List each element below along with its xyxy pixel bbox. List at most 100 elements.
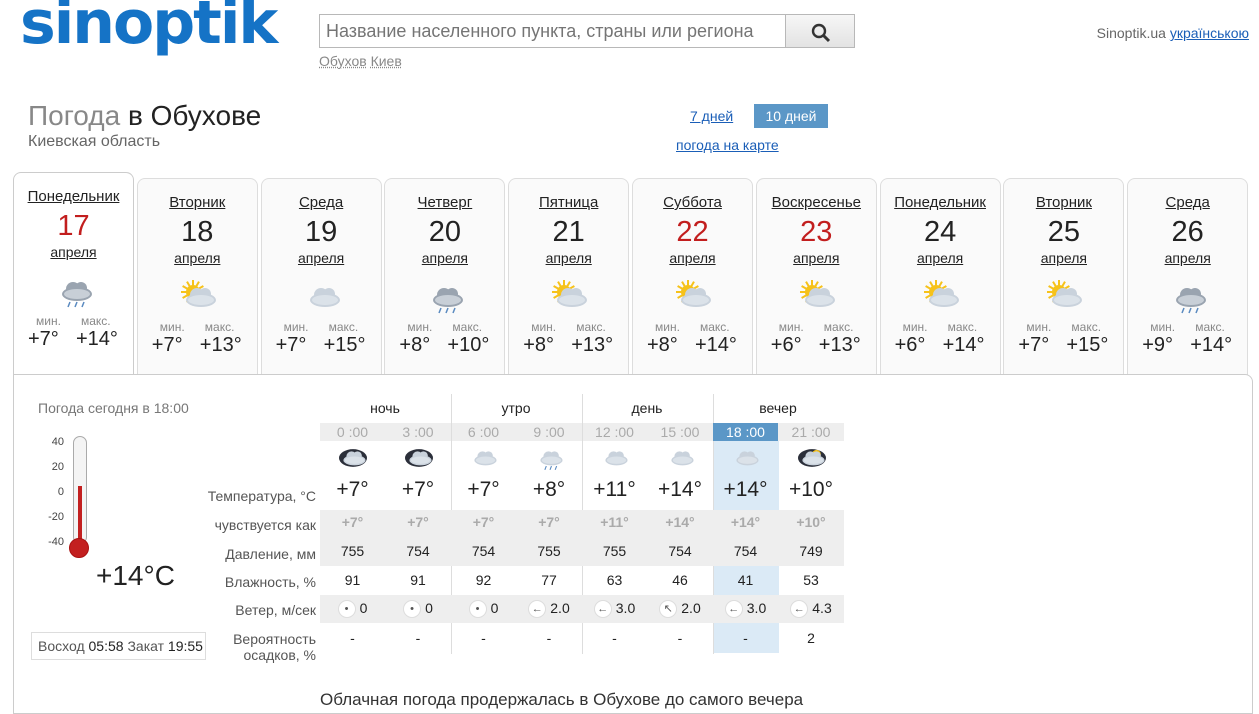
day-tab-8[interactable]: Вторник 25 апреля мин. макс. +7° +15° (1003, 178, 1125, 376)
scale-tick: 0 (57, 486, 64, 498)
max-label: макс. (700, 320, 730, 334)
scale-tick: -40 (48, 536, 64, 548)
search-button[interactable] (785, 14, 855, 48)
day-tab-1[interactable]: Вторник 18 апреля мин. макс. +7° +13° (136, 178, 258, 376)
temp-cell: +11° (593, 478, 636, 501)
tab-10-days[interactable]: 10 дней (754, 104, 828, 128)
hour-0: 0 :00 (336, 424, 369, 440)
row-label-humidity: Влажность, % (224, 574, 316, 590)
humidity-cell: 91 (410, 572, 426, 588)
wind-direction-icon: ← (528, 600, 547, 619)
precip-cell: - (612, 630, 617, 646)
max-label: макс. (452, 320, 483, 334)
day-date: 23 (800, 216, 833, 248)
period-3: вечер (759, 400, 797, 416)
cloud-icon (729, 444, 763, 477)
min-temp: +7° (151, 334, 183, 356)
day-name: Вторник (169, 194, 226, 211)
thermometer-fill (78, 485, 82, 543)
search-input[interactable] (319, 14, 786, 48)
scale-tick: 20 (51, 461, 64, 473)
min-label: мин. (283, 320, 309, 334)
max-temp: +13° (571, 334, 614, 356)
wind-direction-icon: ↖ (659, 600, 678, 619)
day-date: 20 (428, 216, 462, 248)
lang-link-uk[interactable]: українською (1170, 25, 1249, 41)
day-date: 26 (1171, 216, 1204, 248)
max-label: макс. (576, 320, 606, 334)
cloud-icon (467, 444, 501, 477)
hour-2: 6 :00 (467, 424, 500, 440)
day-tab-6[interactable]: Воскресенье 23 апреля мин. макс. +6° +13° (755, 178, 877, 376)
current-temperature: +14°C (96, 560, 175, 591)
row-label-wind: Ветер, м/сек (235, 602, 316, 618)
max-label: макс. (81, 314, 111, 328)
hour-7: 21 :00 (791, 424, 831, 440)
day-name: Вторник (1035, 194, 1092, 211)
cloud-rain-icon (53, 272, 97, 310)
min-temp: +6° (894, 334, 926, 356)
tab-7-days[interactable]: 7 дней (690, 108, 733, 124)
feels-cell: +14° (730, 514, 761, 530)
min-label: мин. (531, 320, 557, 334)
sunset-time: 19:55 (167, 638, 203, 654)
pressure-cell: 754 (406, 543, 430, 559)
day-tab-4[interactable]: Пятница 21 апреля мин. макс. +8° +13° (508, 178, 630, 376)
hour-6: 18 :00 (713, 423, 778, 441)
sun-cloud-icon (672, 278, 716, 316)
min-label: мин. (655, 320, 680, 334)
day-tab-2[interactable]: Среда 19 апреля мин. макс. +7° +15° (260, 178, 382, 376)
title-prefix: Погода (28, 100, 121, 131)
precip-cell: - (350, 630, 355, 646)
feels-cell: +7° (407, 514, 429, 530)
day-month: апреля (421, 250, 468, 266)
search-icon (811, 23, 831, 43)
max-temp: +10° (447, 334, 490, 356)
pressure-cell: 754 (733, 543, 758, 559)
row-label-precip: Вероятность осадков, % (233, 631, 316, 663)
map-link[interactable]: погода на карте (676, 137, 779, 153)
day-month: апреля (1164, 250, 1211, 266)
pressure-cell: 755 (537, 543, 561, 559)
hour-5: 15 :00 (660, 424, 700, 440)
precip-cell: - (743, 630, 748, 646)
sunset-label: Закат (127, 638, 165, 654)
max-temp: +15° (1066, 334, 1109, 356)
wind-direction-icon: ← (790, 600, 809, 619)
weather-description: Облачная погода продержалась в Обухове д… (320, 690, 804, 709)
min-temp: +7° (28, 328, 59, 350)
period-0: ночь (370, 400, 400, 416)
day-tab-3[interactable]: Четверг 20 апреля мин. макс. +8° +10° (384, 178, 506, 376)
cloud-rain-icon (1167, 278, 1211, 316)
sinoptik-logo[interactable]: sinoptik (20, 0, 300, 72)
max-label: макс. (1071, 320, 1102, 334)
pressure-cell: 754 (668, 543, 692, 559)
current-time-label: Погода сегодня в 18:00 (38, 400, 189, 416)
precip-cell: - (415, 630, 421, 646)
humidity-cell: 46 (672, 572, 688, 588)
min-label: мин. (407, 320, 433, 334)
day-tab-5[interactable]: Суббота 22 апреля мин. макс. +8° +14° (632, 178, 753, 376)
recent-link-kiev[interactable]: Киев (371, 53, 402, 69)
wind-direction-icon: • (337, 600, 356, 619)
feels-cell: +7° (538, 514, 560, 530)
row-label-feels[interactable]: чувствуется как (200, 517, 316, 533)
day-tab-0[interactable]: Понедельник 17 апреля мин. макс. +7° +14° (13, 172, 134, 376)
thermometer-bulb (69, 538, 89, 558)
day-name: Четверг (417, 194, 473, 211)
day-tab-9[interactable]: Среда 26 апреля мин. макс. +9° +14° (1127, 178, 1249, 376)
day-tab-7[interactable]: Понедельник 24 апреля мин. макс. +6° +14° (879, 178, 1001, 376)
feels-cell: +7° (472, 514, 495, 530)
site-name: Sinoptik.ua (1096, 25, 1166, 41)
day-month: апреля (669, 250, 716, 266)
pressure-cell: 749 (799, 543, 823, 559)
max-label: макс. (947, 320, 978, 334)
day-month: апреля (1040, 250, 1087, 266)
temp-cell: +8° (532, 478, 566, 501)
day-name: Понедельник (894, 194, 986, 211)
recent-link-obukhov[interactable]: Обухов (319, 53, 367, 69)
day-name: Понедельник (27, 188, 120, 205)
max-temp: +13° (199, 334, 242, 356)
humidity-cell: 91 (344, 572, 361, 588)
hour-1: 3 :00 (402, 424, 434, 440)
